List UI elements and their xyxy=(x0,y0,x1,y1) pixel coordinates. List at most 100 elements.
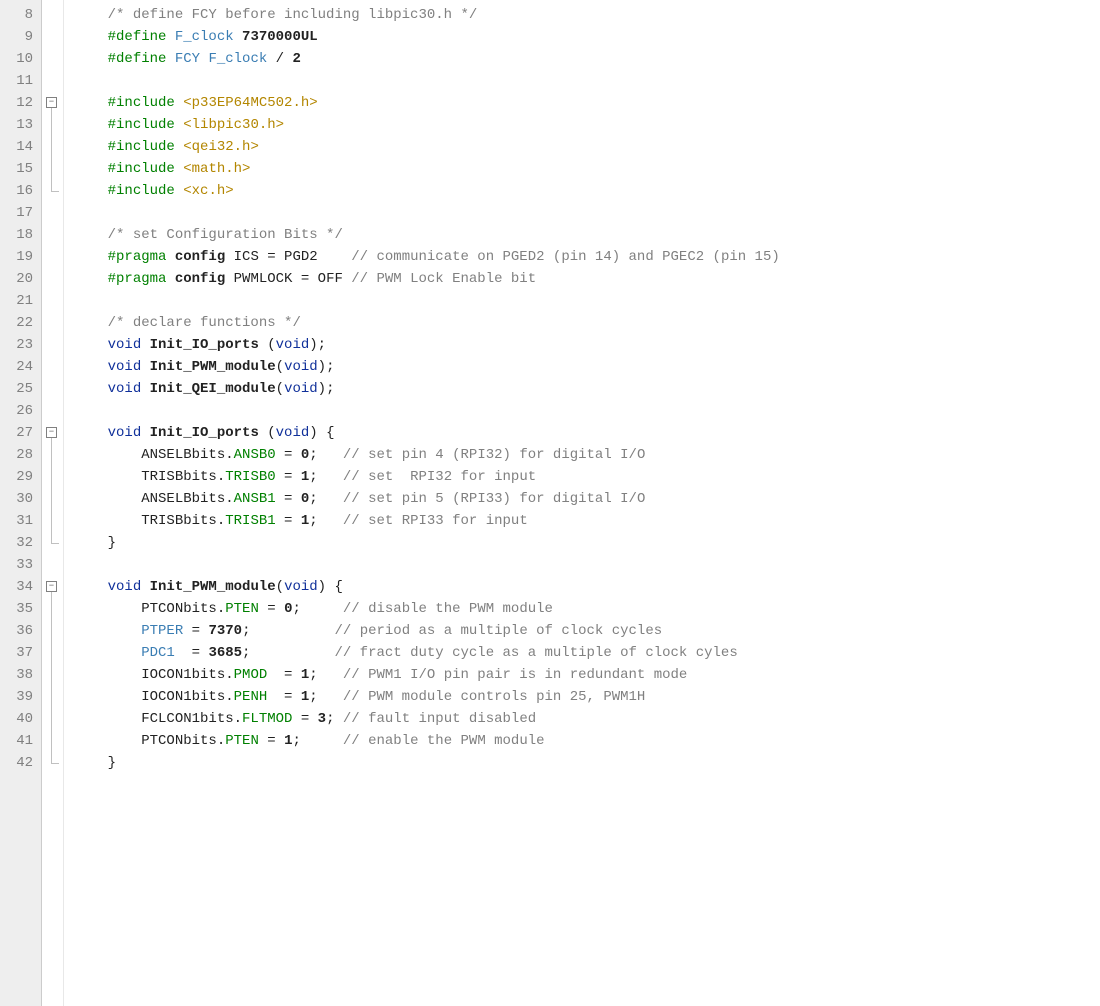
code-line[interactable]: void Init_IO_ports (void) { xyxy=(74,422,1100,444)
line-number: 25 xyxy=(4,378,33,400)
code-area[interactable]: /* define FCY before including libpic30.… xyxy=(64,0,1100,1006)
code-token: Init_PWM_module xyxy=(150,359,276,375)
code-line[interactable]: #include <libpic30.h> xyxy=(74,114,1100,136)
fold-toggle-icon[interactable]: − xyxy=(46,581,57,592)
fold-guide xyxy=(51,686,52,708)
code-token: // PWM module controls pin 25, PWM1H xyxy=(343,689,645,705)
code-token: // period as a multiple of clock cycles xyxy=(334,623,662,639)
code-token: ( xyxy=(259,425,276,441)
code-token: TRISB0 xyxy=(225,469,275,485)
code-token: ; xyxy=(309,469,343,485)
code-token: ; xyxy=(309,513,343,529)
code-line[interactable]: #include <xc.h> xyxy=(74,180,1100,202)
code-token: ; xyxy=(309,447,343,463)
code-line[interactable]: /* declare functions */ xyxy=(74,312,1100,334)
code-token: FLTMOD xyxy=(242,711,292,727)
line-number: 32 xyxy=(4,532,33,554)
code-line[interactable]: /* define FCY before including libpic30.… xyxy=(74,4,1100,26)
code-line[interactable]: ANSELBbits.ANSB1 = 0; // set pin 5 (RPI3… xyxy=(74,488,1100,510)
code-token xyxy=(166,271,174,287)
code-line[interactable]: void Init_QEI_module(void); xyxy=(74,378,1100,400)
code-token: #include xyxy=(108,117,184,133)
code-token xyxy=(74,161,108,177)
code-token: void xyxy=(108,381,142,397)
code-token: = xyxy=(267,667,301,683)
code-line[interactable]: TRISBbits.TRISB0 = 1; // set RPI32 for i… xyxy=(74,466,1100,488)
line-number: 16 xyxy=(4,180,33,202)
code-line[interactable] xyxy=(74,400,1100,422)
code-token: PTEN xyxy=(225,601,259,617)
code-line[interactable]: #include <math.h> xyxy=(74,158,1100,180)
code-token: ; xyxy=(309,491,343,507)
line-number: 41 xyxy=(4,730,33,752)
code-line[interactable]: /* set Configuration Bits */ xyxy=(74,224,1100,246)
code-token: FCLCON1bits. xyxy=(74,711,242,727)
code-token: config xyxy=(175,249,225,265)
code-line[interactable]: ANSELBbits.ANSB0 = 0; // set pin 4 (RPI3… xyxy=(74,444,1100,466)
code-token: #pragma xyxy=(108,249,167,265)
fold-toggle-icon[interactable]: − xyxy=(46,97,57,108)
code-token xyxy=(74,227,108,243)
code-line[interactable]: #pragma config ICS = PGD2 // communicate… xyxy=(74,246,1100,268)
code-line[interactable]: #include <qei32.h> xyxy=(74,136,1100,158)
code-line[interactable]: #define F_clock 7370000UL xyxy=(74,26,1100,48)
code-token: ANSELBbits. xyxy=(74,491,234,507)
fold-guide xyxy=(51,158,52,180)
code-line[interactable]: IOCON1bits.PENH = 1; // PWM module contr… xyxy=(74,686,1100,708)
code-line[interactable]: void Init_IO_ports (void); xyxy=(74,334,1100,356)
code-line[interactable]: TRISBbits.TRISB1 = 1; // set RPI33 for i… xyxy=(74,510,1100,532)
code-token: // disable the PWM module xyxy=(343,601,553,617)
code-line[interactable]: PTCONbits.PTEN = 1; // enable the PWM mo… xyxy=(74,730,1100,752)
fold-toggle-icon[interactable]: − xyxy=(46,427,57,438)
line-number: 14 xyxy=(4,136,33,158)
code-token: <xc.h> xyxy=(183,183,233,199)
code-line[interactable]: PDC1 = 3685; // fract duty cycle as a mu… xyxy=(74,642,1100,664)
code-token: <libpic30.h> xyxy=(183,117,284,133)
code-token: ( xyxy=(276,579,284,595)
code-line[interactable] xyxy=(74,290,1100,312)
code-token: <p33EP64MC502.h> xyxy=(183,95,317,111)
line-number: 22 xyxy=(4,312,33,334)
code-token xyxy=(74,425,108,441)
fold-guide-end xyxy=(51,191,59,192)
code-line[interactable] xyxy=(74,202,1100,224)
code-line[interactable]: PTCONbits.PTEN = 0; // disable the PWM m… xyxy=(74,598,1100,620)
line-number: 24 xyxy=(4,356,33,378)
code-token: Init_IO_ports xyxy=(150,425,259,441)
code-line[interactable]: FCLCON1bits.FLTMOD = 3; // fault input d… xyxy=(74,708,1100,730)
code-token: void xyxy=(108,579,142,595)
code-line[interactable]: PTPER = 7370; // period as a multiple of… xyxy=(74,620,1100,642)
code-line[interactable]: IOCON1bits.PMOD = 1; // PWM1 I/O pin pai… xyxy=(74,664,1100,686)
code-token: // fault input disabled xyxy=(343,711,536,727)
code-line[interactable]: #pragma config PWMLOCK = OFF // PWM Lock… xyxy=(74,268,1100,290)
code-line[interactable]: #include <p33EP64MC502.h> xyxy=(74,92,1100,114)
code-token: void xyxy=(284,381,318,397)
line-number: 13 xyxy=(4,114,33,136)
code-token xyxy=(74,381,108,397)
code-editor[interactable]: 8910111213141516171819202122232425262728… xyxy=(0,0,1100,1006)
code-line[interactable]: #define FCY F_clock / 2 xyxy=(74,48,1100,70)
code-token: #include xyxy=(108,161,184,177)
code-token: Init_PWM_module xyxy=(150,579,276,595)
code-token xyxy=(74,183,108,199)
code-token xyxy=(74,51,108,67)
code-line[interactable]: void Init_PWM_module(void) { xyxy=(74,576,1100,598)
fold-guide xyxy=(51,752,52,763)
code-token: F_clock xyxy=(175,29,234,45)
line-number: 9 xyxy=(4,26,33,48)
code-line[interactable] xyxy=(74,554,1100,576)
code-line[interactable]: } xyxy=(74,752,1100,774)
code-token xyxy=(74,249,108,265)
code-token: TRISBbits. xyxy=(74,513,225,529)
code-token: ); xyxy=(318,381,335,397)
code-line[interactable]: } xyxy=(74,532,1100,554)
line-number: 21 xyxy=(4,290,33,312)
line-number: 11 xyxy=(4,70,33,92)
code-token xyxy=(74,117,108,133)
code-line[interactable]: void Init_PWM_module(void); xyxy=(74,356,1100,378)
code-token: = xyxy=(259,733,284,749)
code-token xyxy=(141,425,149,441)
line-number: 8 xyxy=(4,4,33,26)
code-line[interactable] xyxy=(74,70,1100,92)
code-token xyxy=(74,315,108,331)
